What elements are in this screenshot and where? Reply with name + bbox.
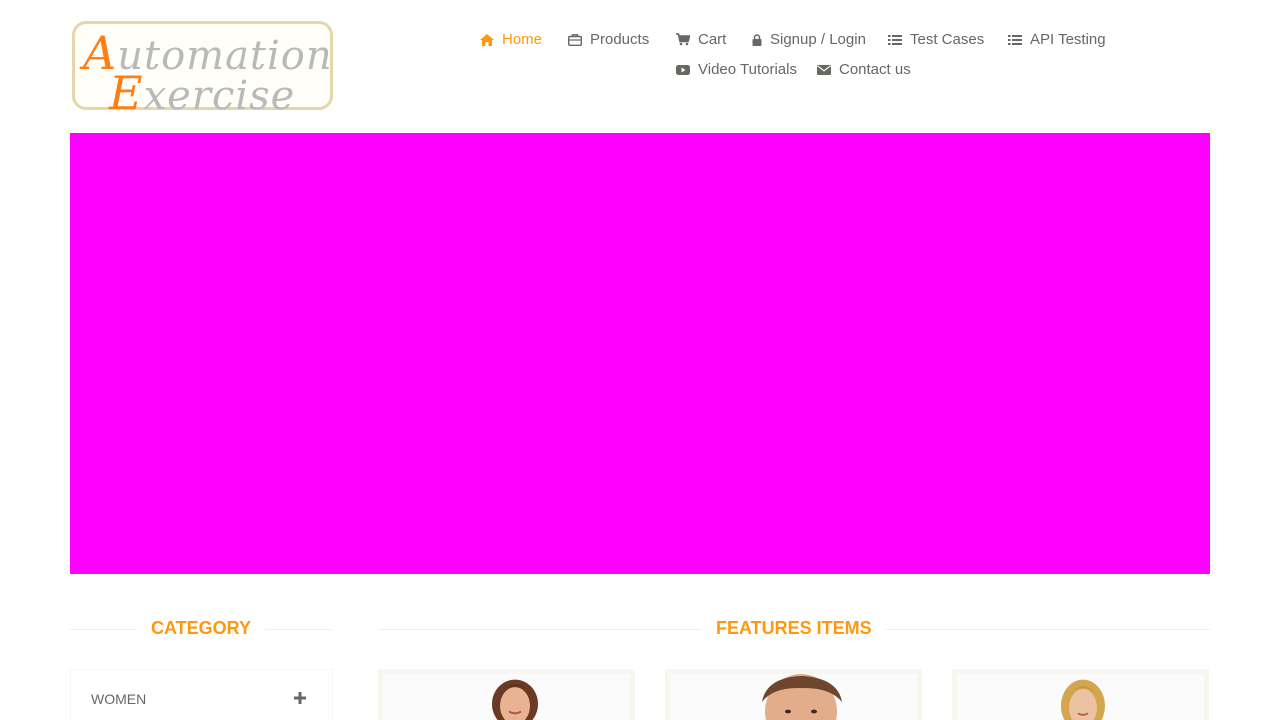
plus-icon[interactable] — [294, 692, 306, 704]
nav-cart[interactable]: Cart — [676, 31, 726, 48]
lock-icon — [752, 33, 762, 46]
nav-cart-label: Cart — [698, 31, 727, 48]
logo-line-2: Exercise — [109, 66, 296, 120]
product-image-woman-blonde[interactable] — [957, 674, 1204, 720]
nav-signup-login-label: Signup / Login — [770, 31, 866, 48]
product-card[interactable] — [952, 669, 1209, 720]
nav-products[interactable]: Products — [568, 31, 649, 48]
nav-home-label: Home — [502, 31, 543, 48]
nav-api-testing[interactable]: API Testing — [1008, 31, 1106, 48]
hero-slider[interactable] — [70, 133, 1210, 574]
product-card[interactable] — [378, 669, 635, 720]
category-panel: Women — [70, 669, 333, 720]
nav-signup-login[interactable]: Signup / Login — [752, 31, 866, 48]
nav-test-cases-label: Test Cases — [910, 31, 985, 48]
category-item-label: Women — [91, 691, 147, 707]
product-image-woman[interactable] — [383, 674, 630, 720]
features-title: Features Items — [702, 618, 886, 639]
category-item-women[interactable]: Women — [71, 670, 332, 720]
nav-home[interactable]: Home — [480, 31, 542, 48]
nav-contact-us[interactable]: Contact us — [817, 61, 911, 78]
list-icon — [888, 34, 902, 45]
home-icon — [480, 33, 494, 46]
briefcase-icon — [568, 33, 582, 46]
site-logo[interactable]: Automation Exercise — [72, 21, 333, 120]
nav-contact-us-label: Contact us — [839, 61, 911, 78]
envelope-icon — [817, 64, 831, 75]
nav-products-label: Products — [590, 31, 650, 48]
category-title: Category — [137, 618, 266, 639]
nav-video-tutorials[interactable]: Video Tutorials — [676, 61, 797, 78]
nav-test-cases[interactable]: Test Cases — [888, 31, 984, 48]
youtube-play-icon — [676, 64, 690, 75]
cart-icon — [676, 33, 690, 46]
nav-video-tutorials-label: Video Tutorials — [698, 61, 797, 78]
product-card[interactable] — [665, 669, 922, 720]
product-image-man[interactable] — [670, 674, 917, 720]
list-icon — [1008, 34, 1022, 45]
nav-api-testing-label: API Testing — [1030, 31, 1106, 48]
